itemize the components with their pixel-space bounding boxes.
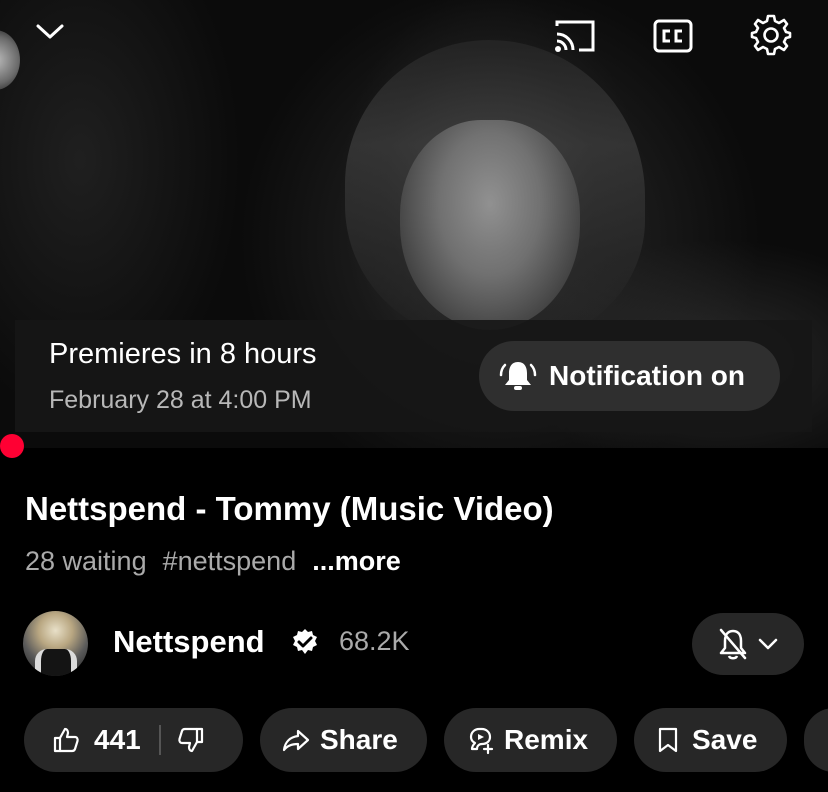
premiere-banner: Premieres in 8 hours February 28 at 4:00… bbox=[15, 320, 812, 432]
more-button[interactable]: ...more bbox=[312, 546, 401, 577]
notification-label: Notification on bbox=[549, 360, 745, 391]
closed-captions-icon[interactable] bbox=[651, 16, 695, 56]
video-title[interactable]: Nettspend - Tommy (Music Video) bbox=[25, 490, 554, 528]
save-label: Save bbox=[692, 724, 758, 755]
bookmark-icon bbox=[656, 726, 680, 754]
thumbs-up-icon[interactable] bbox=[52, 726, 80, 754]
action-bar: 441 Share Remix Save bbox=[0, 708, 828, 772]
like-count[interactable]: 441 bbox=[94, 724, 141, 756]
like-divider bbox=[158, 725, 161, 755]
avatar-figure bbox=[35, 649, 77, 676]
channel-name[interactable]: Nettspend bbox=[113, 624, 265, 660]
verified-badge-icon bbox=[290, 627, 320, 662]
video-player[interactable]: Premieres in 8 hours February 28 at 4:00… bbox=[0, 0, 828, 448]
remix-icon bbox=[466, 725, 496, 755]
share-button[interactable]: Share bbox=[260, 708, 427, 772]
video-thumbnail-face bbox=[400, 120, 580, 330]
thumbs-down-icon[interactable] bbox=[177, 726, 205, 754]
video-thumbnail-highlight bbox=[0, 30, 20, 90]
remix-label: Remix bbox=[504, 724, 589, 755]
more-actions-chip[interactable] bbox=[804, 708, 828, 772]
channel-row: Nettspend 68.2K bbox=[0, 610, 828, 680]
chevron-down-icon[interactable] bbox=[30, 16, 70, 48]
waiting-count: 28 waiting bbox=[25, 546, 147, 576]
save-button[interactable]: Save bbox=[634, 708, 787, 772]
remix-button[interactable]: Remix bbox=[444, 708, 617, 772]
bell-ringing-icon bbox=[499, 359, 537, 393]
cast-icon[interactable] bbox=[551, 16, 599, 56]
video-meta[interactable]: 28 waiting #nettspend ...more bbox=[25, 546, 401, 577]
premiere-title: Premieres in 8 hours bbox=[49, 338, 317, 370]
notification-button[interactable]: Notification on bbox=[479, 341, 780, 411]
progress-scrubber[interactable] bbox=[0, 434, 24, 458]
share-label: Share bbox=[320, 724, 398, 755]
like-dislike-group: 441 bbox=[24, 708, 243, 772]
premiere-date: February 28 at 4:00 PM bbox=[49, 386, 312, 414]
avatar[interactable] bbox=[23, 611, 88, 676]
subscription-bell-button[interactable] bbox=[692, 613, 804, 675]
subscriber-count: 68.2K bbox=[339, 626, 410, 656]
chevron-down-icon bbox=[758, 638, 778, 650]
gear-icon[interactable] bbox=[748, 12, 794, 58]
bell-off-icon bbox=[718, 627, 748, 661]
share-arrow-icon bbox=[282, 728, 310, 752]
hashtag-link[interactable]: #nettspend bbox=[163, 546, 297, 577]
